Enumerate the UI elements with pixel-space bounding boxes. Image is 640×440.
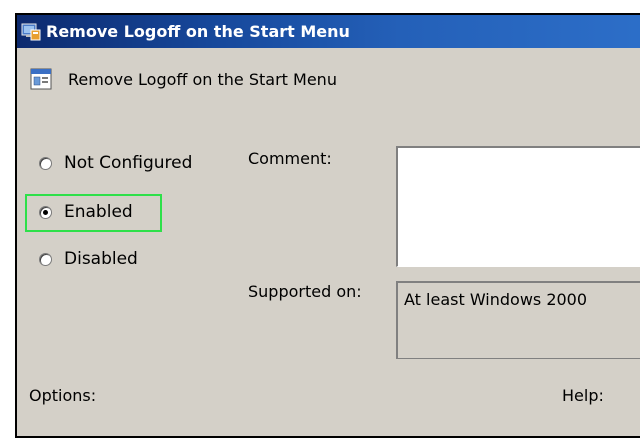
radio-button[interactable] <box>39 252 52 266</box>
policy-name: Remove Logoff on the Start Menu <box>68 69 337 89</box>
radio-button[interactable] <box>39 156 52 170</box>
help-label: Help: <box>562 386 604 405</box>
group-policy-icon <box>20 22 42 42</box>
radio-button[interactable] <box>39 205 52 219</box>
radio-label-enabled: Enabled <box>64 202 133 222</box>
options-label: Options: <box>29 386 97 405</box>
supported-on-field: At least Windows 2000 <box>396 281 640 359</box>
supported-on-label: Supported on: <box>248 282 362 301</box>
window-title: Remove Logoff on the Start Menu <box>46 22 350 41</box>
radio-not-configured[interactable]: Not Configured <box>39 153 192 173</box>
radio-label-not-configured: Not Configured <box>64 153 193 173</box>
comment-textarea[interactable] <box>396 146 640 267</box>
comment-label: Comment: <box>248 149 332 168</box>
radio-disabled[interactable]: Disabled <box>39 249 138 269</box>
radio-label-disabled: Disabled <box>64 249 138 269</box>
title-bar[interactable]: Remove Logoff on the Start Menu <box>17 15 640 48</box>
policy-header: Remove Logoff on the Start Menu <box>29 67 337 91</box>
policy-setting-icon <box>29 67 53 91</box>
supported-on-value: At least Windows 2000 <box>404 290 588 309</box>
policy-dialog-window: Remove Logoff on the Start Menu Remove L… <box>15 13 640 438</box>
radio-enabled[interactable]: Enabled <box>39 202 133 222</box>
